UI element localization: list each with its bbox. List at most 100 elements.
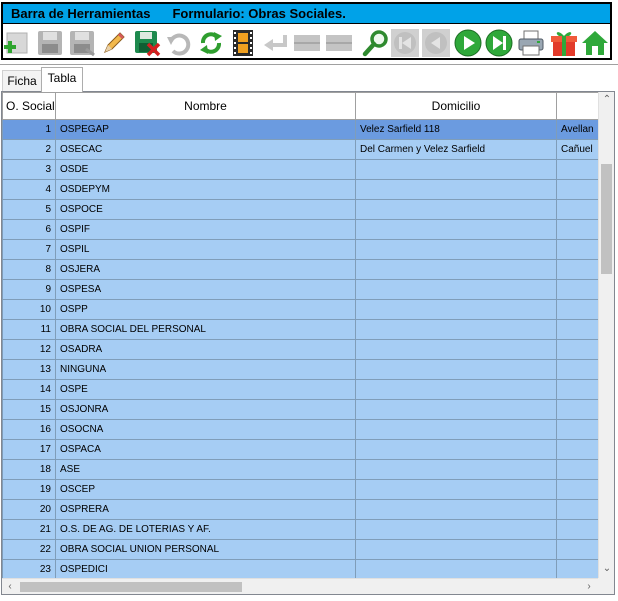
cell-localidad[interactable]: Avellan	[556, 119, 598, 140]
cell-o-social[interactable]: 11	[2, 319, 56, 340]
table-row[interactable]: 19 OSCEP	[2, 479, 598, 500]
table-row[interactable]: 9 OSPESA	[2, 279, 598, 300]
cell-o-social[interactable]: 7	[2, 239, 56, 260]
cell-domicilio[interactable]	[355, 359, 557, 380]
cell-domicilio[interactable]: Velez Sarfield 118	[355, 119, 557, 140]
table-row[interactable]: 10 OSPP	[2, 299, 598, 320]
column-header-o-social[interactable]: O. Social	[2, 92, 56, 120]
refresh-button[interactable]	[196, 28, 226, 58]
cell-nombre[interactable]: OSPE	[55, 379, 356, 400]
cell-domicilio[interactable]	[355, 179, 557, 200]
next-record-button[interactable]	[453, 28, 483, 58]
cell-domicilio[interactable]	[355, 439, 557, 460]
cell-nombre[interactable]: OSJERA	[55, 259, 356, 280]
table-row[interactable]: 18 ASE	[2, 459, 598, 480]
delete-button[interactable]	[132, 28, 162, 58]
print-button[interactable]	[516, 28, 546, 58]
scroll-right-arrow-icon[interactable]: ›	[582, 580, 596, 594]
cell-o-social[interactable]: 9	[2, 279, 56, 300]
cell-localidad[interactable]: Cañuel	[556, 139, 598, 160]
cell-localidad[interactable]	[556, 219, 598, 240]
tab-tabla[interactable]: Tabla	[41, 67, 83, 92]
table-row[interactable]: 8 OSJERA	[2, 259, 598, 280]
cell-localidad[interactable]	[556, 179, 598, 200]
cell-nombre[interactable]: OSDE	[55, 159, 356, 180]
cell-domicilio[interactable]	[355, 559, 557, 578]
cell-o-social[interactable]: 13	[2, 359, 56, 380]
cell-localidad[interactable]	[556, 339, 598, 360]
cell-localidad[interactable]	[556, 539, 598, 560]
table-row[interactable]: 3 OSDE	[2, 159, 598, 180]
table-row[interactable]: 1 OSPEGAP Velez Sarfield 118 Avellan	[2, 119, 598, 140]
table-row[interactable]: 5 OSPOCE	[2, 199, 598, 220]
cell-o-social[interactable]: 20	[2, 499, 56, 520]
cell-domicilio[interactable]	[355, 519, 557, 540]
table-row[interactable]: 14 OSPE	[2, 379, 598, 400]
cell-domicilio[interactable]	[355, 459, 557, 480]
cell-o-social[interactable]: 19	[2, 479, 56, 500]
scroll-up-arrow-icon[interactable]: ⌃	[600, 93, 614, 107]
table-row[interactable]: 6 OSPIF	[2, 219, 598, 240]
cell-o-social[interactable]: 18	[2, 459, 56, 480]
cell-localidad[interactable]	[556, 279, 598, 300]
cell-domicilio[interactable]	[355, 399, 557, 420]
film-button[interactable]	[228, 28, 258, 58]
cell-nombre[interactable]: OBRA SOCIAL UNION PERSONAL	[55, 539, 356, 560]
disabled-button-2[interactable]	[324, 28, 354, 58]
cell-localidad[interactable]	[556, 439, 598, 460]
column-header-domicilio[interactable]: Domicilio	[355, 92, 557, 120]
cell-o-social[interactable]: 21	[2, 519, 56, 540]
save-button[interactable]	[35, 28, 65, 58]
save-as-button[interactable]	[67, 28, 97, 58]
cell-domicilio[interactable]	[355, 539, 557, 560]
table-row[interactable]: 16 OSOCNA	[2, 419, 598, 440]
cell-nombre[interactable]: OSADRA	[55, 339, 356, 360]
column-header-localidad[interactable]	[556, 92, 598, 120]
cell-localidad[interactable]	[556, 399, 598, 420]
cell-o-social[interactable]: 23	[2, 559, 56, 578]
table-row[interactable]: 21 O.S. DE AG. DE LOTERIAS Y AF.	[2, 519, 598, 540]
cell-nombre[interactable]: OSPEDICI	[55, 559, 356, 578]
gift-button[interactable]	[549, 28, 579, 58]
cell-domicilio[interactable]	[355, 239, 557, 260]
cell-nombre[interactable]: OSJONRA	[55, 399, 356, 420]
cell-nombre[interactable]: O.S. DE AG. DE LOTERIAS Y AF.	[55, 519, 356, 540]
table-row[interactable]: 2 OSECAC Del Carmen y Velez Sarfield Cañuel	[2, 139, 598, 160]
horizontal-scrollbar[interactable]: ‹ ›	[2, 578, 598, 594]
cell-nombre[interactable]: OSPP	[55, 299, 356, 320]
last-record-button[interactable]	[484, 28, 514, 58]
scroll-left-arrow-icon[interactable]: ‹	[3, 580, 17, 594]
cell-domicilio[interactable]	[355, 419, 557, 440]
table-row[interactable]: 12 OSADRA	[2, 339, 598, 360]
cell-localidad[interactable]	[556, 299, 598, 320]
table-row[interactable]: 17 OSPACA	[2, 439, 598, 460]
disabled-button-1[interactable]	[292, 28, 322, 58]
cell-domicilio[interactable]	[355, 259, 557, 280]
cell-o-social[interactable]: 3	[2, 159, 56, 180]
cell-localidad[interactable]	[556, 239, 598, 260]
horizontal-scroll-thumb[interactable]	[20, 582, 242, 592]
cell-o-social[interactable]: 8	[2, 259, 56, 280]
tab-ficha[interactable]: Ficha	[2, 70, 42, 92]
cell-localidad[interactable]	[556, 499, 598, 520]
cell-nombre[interactable]: OSPIL	[55, 239, 356, 260]
vertical-scrollbar[interactable]: ⌃ ⌄	[598, 92, 614, 578]
cell-o-social[interactable]: 14	[2, 379, 56, 400]
add-button[interactable]	[3, 28, 33, 58]
edit-button[interactable]	[99, 28, 129, 58]
cell-localidad[interactable]	[556, 319, 598, 340]
cell-localidad[interactable]	[556, 379, 598, 400]
cell-domicilio[interactable]	[355, 319, 557, 340]
cell-domicilio[interactable]: Del Carmen y Velez Sarfield	[355, 139, 557, 160]
cell-o-social[interactable]: 22	[2, 539, 56, 560]
cell-nombre[interactable]: OSPESA	[55, 279, 356, 300]
cell-nombre[interactable]: OSCEP	[55, 479, 356, 500]
cell-nombre[interactable]: OSOCNA	[55, 419, 356, 440]
cell-domicilio[interactable]	[355, 279, 557, 300]
cell-o-social[interactable]: 2	[2, 139, 56, 160]
cell-o-social[interactable]: 1	[2, 119, 56, 140]
column-header-nombre[interactable]: Nombre	[55, 92, 356, 120]
table-row[interactable]: 11 OBRA SOCIAL DEL PERSONAL	[2, 319, 598, 340]
home-button[interactable]	[580, 28, 610, 58]
cell-nombre[interactable]: OSPIF	[55, 219, 356, 240]
